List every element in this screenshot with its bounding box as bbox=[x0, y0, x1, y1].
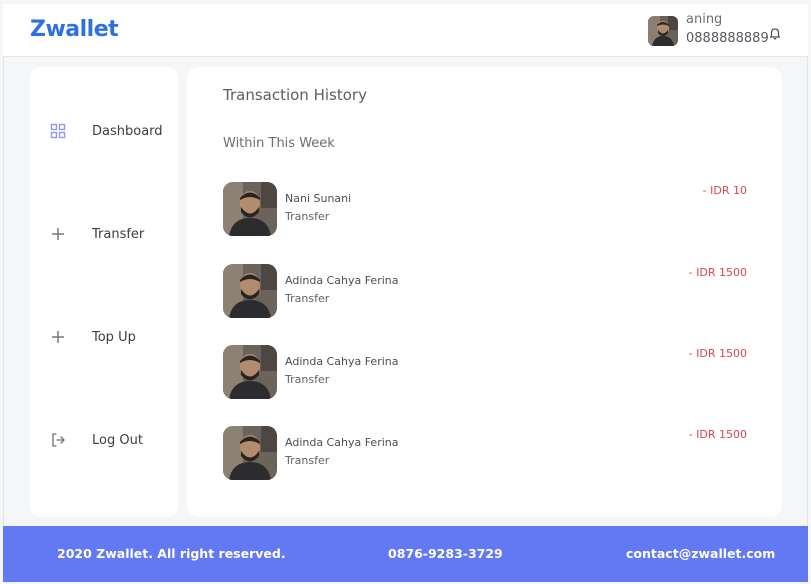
transaction-avatar bbox=[223, 264, 277, 318]
transaction-name: Nani Sunani bbox=[285, 192, 352, 205]
transaction-avatar bbox=[223, 426, 277, 480]
footer-email[interactable]: contact@zwallet.com bbox=[626, 546, 775, 561]
logout-icon bbox=[50, 432, 66, 448]
transaction-row[interactable]: Adinda Cahya Ferina Transfer - IDR 1500 bbox=[223, 426, 747, 480]
sidebar-item-dashboard[interactable]: Dashboard bbox=[30, 116, 178, 146]
page-title: Transaction History bbox=[223, 86, 367, 104]
sidebar-item-top-up[interactable]: Top Up bbox=[30, 322, 178, 352]
transaction-avatar bbox=[223, 182, 277, 236]
plus-icon bbox=[50, 226, 66, 242]
transaction-row[interactable]: Adinda Cahya Ferina Transfer - IDR 1500 bbox=[223, 345, 747, 399]
transaction-type: Transfer bbox=[285, 292, 330, 305]
transaction-amount: - IDR 1500 bbox=[688, 266, 747, 279]
section-title: Within This Week bbox=[223, 136, 335, 151]
sidebar-item-label: Transfer bbox=[92, 226, 145, 242]
footer: 2020 Zwallet. All right reserved. 0876-9… bbox=[3, 526, 808, 582]
transaction-name: Adinda Cahya Ferina bbox=[285, 355, 399, 368]
sidebar: Dashboard Transfer Top Up Log Out bbox=[30, 67, 178, 517]
sidebar-item-label: Top Up bbox=[92, 329, 136, 345]
transaction-avatar bbox=[223, 345, 277, 399]
transaction-name: Adinda Cahya Ferina bbox=[285, 274, 399, 287]
sidebar-item-transfer[interactable]: Transfer bbox=[30, 219, 178, 249]
top-header: Zwallet aning 0888888889 bbox=[3, 4, 808, 57]
transaction-name: Adinda Cahya Ferina bbox=[285, 436, 399, 449]
sidebar-item-log-out[interactable]: Log Out bbox=[30, 425, 178, 455]
transaction-type: Transfer bbox=[285, 210, 330, 223]
transaction-row[interactable]: Adinda Cahya Ferina Transfer - IDR 1500 bbox=[223, 264, 747, 318]
footer-copyright: 2020 Zwallet. All right reserved. bbox=[57, 546, 286, 561]
grid-icon bbox=[50, 123, 66, 139]
user-name: aning bbox=[686, 12, 723, 27]
transaction-history-panel: Transaction History Within This Week Nan… bbox=[187, 67, 782, 517]
transaction-type: Transfer bbox=[285, 454, 330, 467]
transaction-amount: - IDR 10 bbox=[702, 184, 747, 197]
transaction-type: Transfer bbox=[285, 373, 330, 386]
bell-icon[interactable] bbox=[768, 25, 782, 40]
brand-logo[interactable]: Zwallet bbox=[30, 17, 119, 42]
sidebar-item-label: Log Out bbox=[92, 432, 143, 448]
user-phone: 0888888889 bbox=[686, 31, 769, 46]
user-avatar[interactable] bbox=[648, 16, 678, 46]
plus-icon bbox=[50, 329, 66, 345]
transaction-row[interactable]: Nani Sunani Transfer - IDR 10 bbox=[223, 182, 747, 236]
transaction-amount: - IDR 1500 bbox=[688, 428, 747, 441]
sidebar-item-label: Dashboard bbox=[92, 123, 163, 139]
footer-phone: 0876-9283-3729 bbox=[388, 546, 503, 561]
transaction-amount: - IDR 1500 bbox=[688, 347, 747, 360]
